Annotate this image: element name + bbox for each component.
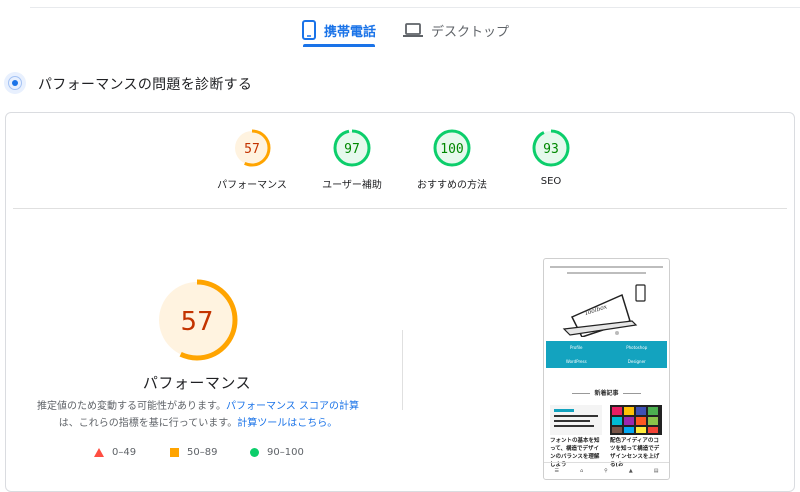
tab-mobile-label: 携帯電話 [324, 24, 377, 40]
category-grid: Profile Photoshop WordPress Designer [546, 341, 667, 368]
menu-icon: ☰ [554, 468, 559, 474]
legend-range: 90–100 [267, 447, 304, 458]
legend-average: 50–89 [170, 447, 217, 458]
laptop-icon [403, 22, 423, 38]
post-thumbnail [610, 405, 662, 435]
active-tab-indicator [303, 44, 375, 47]
legend-range: 50–89 [187, 447, 218, 458]
card-divider [13, 208, 787, 209]
gauge-label: SEO [540, 176, 562, 187]
new-posts-heading: 新着記事 [544, 388, 669, 397]
tab-mobile[interactable]: 携帯電話 [302, 12, 376, 48]
gauge-score: 100 [440, 142, 463, 157]
post-thumbnail [550, 405, 602, 435]
note-text-2: は、これらの指標を基に行っています。 [58, 418, 238, 429]
score-note: 推定値のため変動する可能性があります。パフォーマンス スコアの計算 は、これらの… [30, 398, 366, 432]
gauge-ring: 57 [233, 129, 271, 167]
triangle-icon [94, 448, 104, 457]
gauge-score: 97 [344, 142, 360, 157]
page-screenshot-thumbnail: Toolbox Profile Photoshop WordPress Desi… [543, 258, 670, 480]
tab-desktop[interactable]: デスクトップ [403, 12, 509, 48]
bottom-nav: ☰ ⌂ ⚲ ▲ ▤ [544, 462, 669, 479]
top-icon: ▲ [628, 468, 633, 474]
gauge-ring: 93 [532, 129, 570, 167]
header-text-lines [550, 266, 663, 278]
gauge-label: パフォーマンス [217, 180, 287, 191]
note-text-1: 推定値のため変動する可能性があります。 [37, 401, 226, 412]
gauge-seo[interactable]: 93 SEO [501, 128, 601, 187]
legend-range: 0–49 [112, 447, 137, 458]
vertical-divider [402, 330, 403, 410]
legend-pass: 90–100 [250, 447, 304, 458]
gauge-ring: 100 [433, 129, 471, 167]
top-divider [30, 7, 800, 8]
sidebar-icon: ▤ [653, 468, 659, 474]
main-gauge-label: パフォーマンス [142, 374, 252, 392]
diagnose-icon [4, 72, 26, 94]
gauge-best-practices[interactable]: 100 おすすめの方法 [402, 128, 502, 191]
main-performance-gauge: 57 [156, 279, 238, 361]
laptop-illustration: Toolbox [562, 284, 646, 337]
gauge-label: ユーザー補助 [322, 180, 382, 191]
gauge-label: おすすめの方法 [417, 180, 487, 191]
gauge-accessibility[interactable]: 97 ユーザー補助 [302, 128, 402, 191]
search-icon: ⚲ [604, 468, 608, 474]
circle-icon [250, 448, 259, 457]
tab-desktop-label: デスクトップ [431, 24, 510, 40]
square-icon [170, 448, 179, 457]
score-calculation-link[interactable]: パフォーマンス スコアの計算 [226, 401, 359, 412]
gauge-score: 93 [543, 142, 559, 157]
section-title: パフォーマンスの問題を診断する [38, 77, 253, 93]
home-icon: ⌂ [579, 468, 584, 474]
gauge-ring: 97 [333, 129, 371, 167]
main-gauge-score: 57 [180, 307, 213, 337]
smartphone-icon [302, 20, 316, 40]
legend-fail: 0–49 [94, 447, 136, 458]
gauge-score: 57 [244, 142, 260, 157]
calculator-link[interactable]: 計算ツールはこちら。 [237, 418, 337, 429]
gauge-performance[interactable]: 57 パフォーマンス [202, 128, 302, 191]
